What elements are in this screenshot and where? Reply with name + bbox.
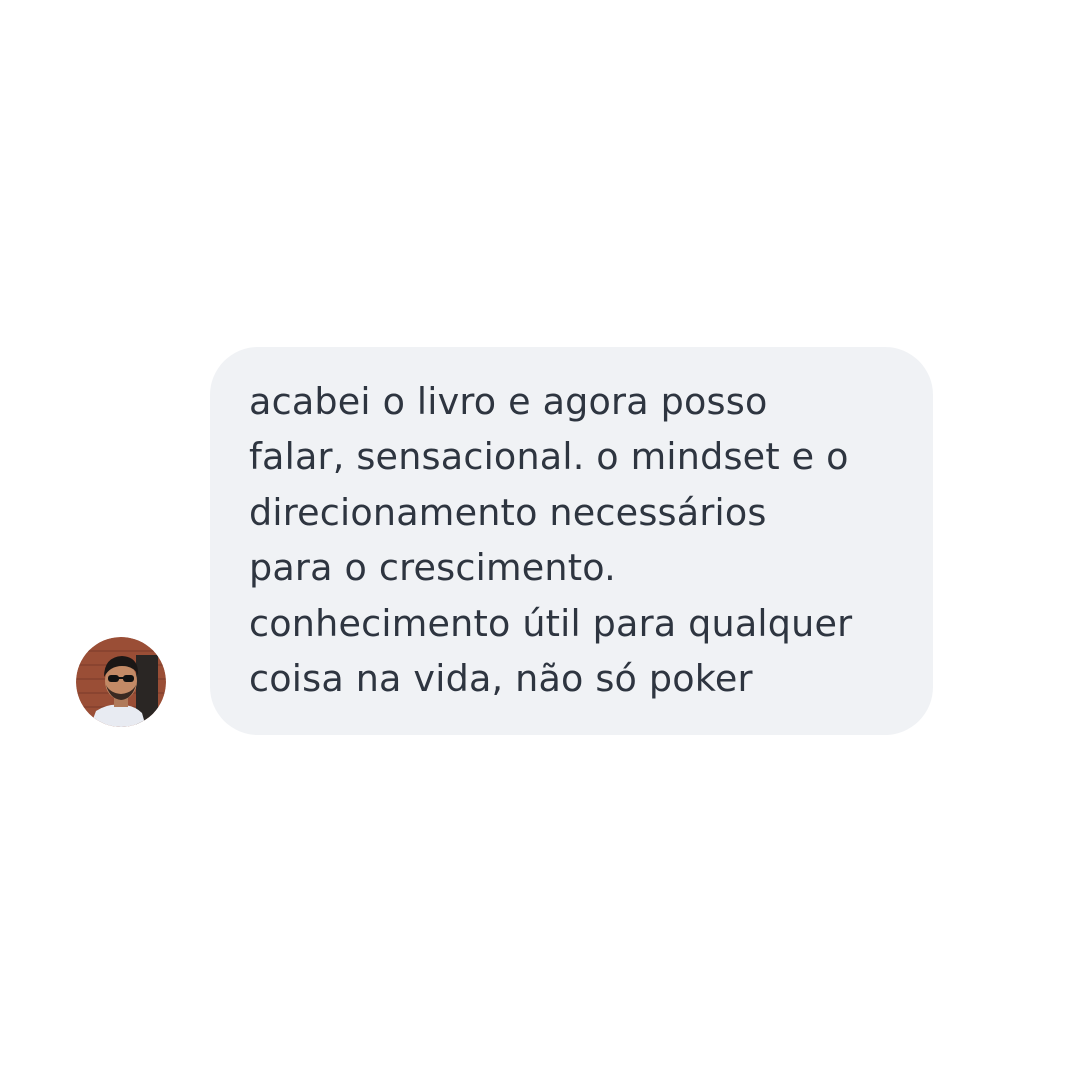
message-bubble[interactable]: acabei o livro e agora posso falar, sens… (210, 347, 933, 735)
message-line: acabei o livro e agora posso (249, 380, 768, 423)
message-line: conhecimento útil para qualquer (249, 601, 853, 645)
message-line: falar, sensacional. o mindset e o (249, 435, 849, 479)
message-line: coisa na vida, não só poker (249, 657, 753, 701)
message-line: para o crescimento. (249, 546, 616, 590)
avatar-photo-icon (76, 637, 166, 727)
sender-avatar[interactable] (76, 637, 166, 727)
message-line: direcionamento necessários (249, 490, 767, 534)
chat-screen: acabei o livro e agora posso falar, sens… (0, 0, 1080, 1080)
